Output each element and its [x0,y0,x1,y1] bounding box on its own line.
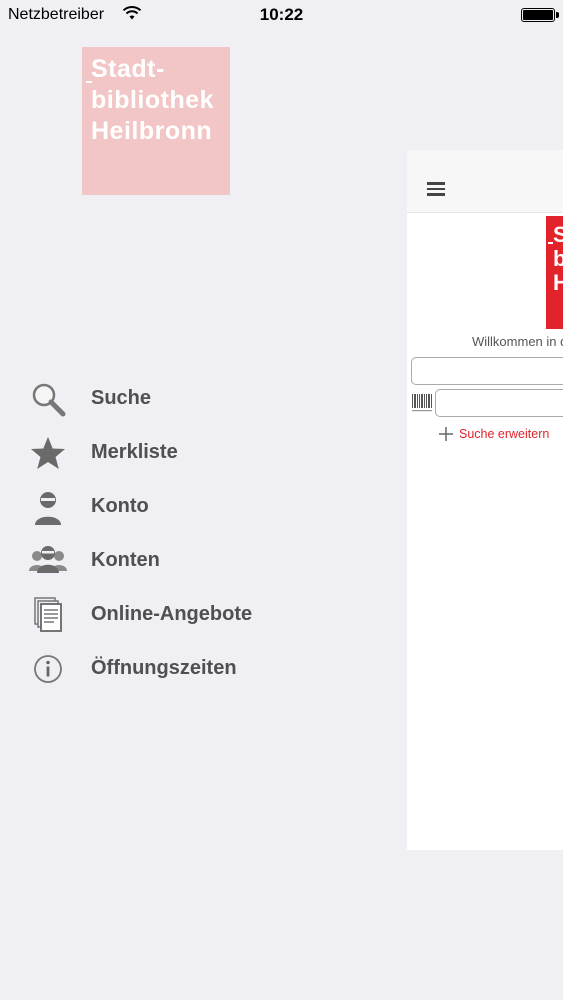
status-time: 10:22 [259,5,304,24]
menu-label-konten: Konten [91,549,160,571]
status-bar: Netzbetreiber 10:22 [0,0,563,30]
menu-label-suche: Suche [91,387,152,409]
logo-line-1: Stadt- [91,55,165,83]
hamburger-menu-icon[interactable] [427,182,445,196]
panel-logo-line-1: S [553,222,563,247]
panel-library-logo: S b H [546,216,563,329]
welcome-text: Willkommen in d [472,334,563,349]
navigation-bar [407,150,563,213]
menu-item-suche[interactable]: Suche [0,372,400,426]
menu-item-konto[interactable]: Konto [0,480,400,534]
menu-label-merkliste: Merkliste [91,441,178,463]
menu-item-merkliste[interactable]: Merkliste [0,426,400,480]
info-icon [34,655,62,683]
barcode-input[interactable] [435,389,563,417]
menu-item-konten[interactable]: Konten [0,534,400,588]
menu-label-konto: Konto [91,495,149,517]
logo-line-3: Heilbronn [91,117,213,145]
person-icon [35,492,61,525]
battery-icon [521,8,559,22]
documents-icon [34,597,62,632]
search-input[interactable] [411,357,563,385]
star-icon [31,437,65,469]
menu-label-online-angebote: Online-Angebote [91,603,253,625]
panel-logo-line-3: H [553,270,563,295]
menu-item-oeffnungszeiten[interactable]: Öffnungszeiten [0,642,400,696]
search-icon [32,383,66,417]
expand-search-label: Suche erweitern [459,427,550,441]
menu-item-online-angebote[interactable]: Online-Angebote [0,588,400,642]
logo-line-2: bibliothek [91,86,215,114]
library-logo: Stadt- bibliothek Heilbronn [82,47,230,195]
menu-label-oeffnungszeiten: Öffnungszeiten [91,657,237,679]
panel-logo-line-2: b [553,246,563,271]
people-icon [29,546,67,573]
plus-icon [439,427,453,441]
main-content-panel[interactable]: S b H Willkommen in d Suche erweitern [407,150,563,850]
barcode-icon[interactable] [411,393,433,413]
